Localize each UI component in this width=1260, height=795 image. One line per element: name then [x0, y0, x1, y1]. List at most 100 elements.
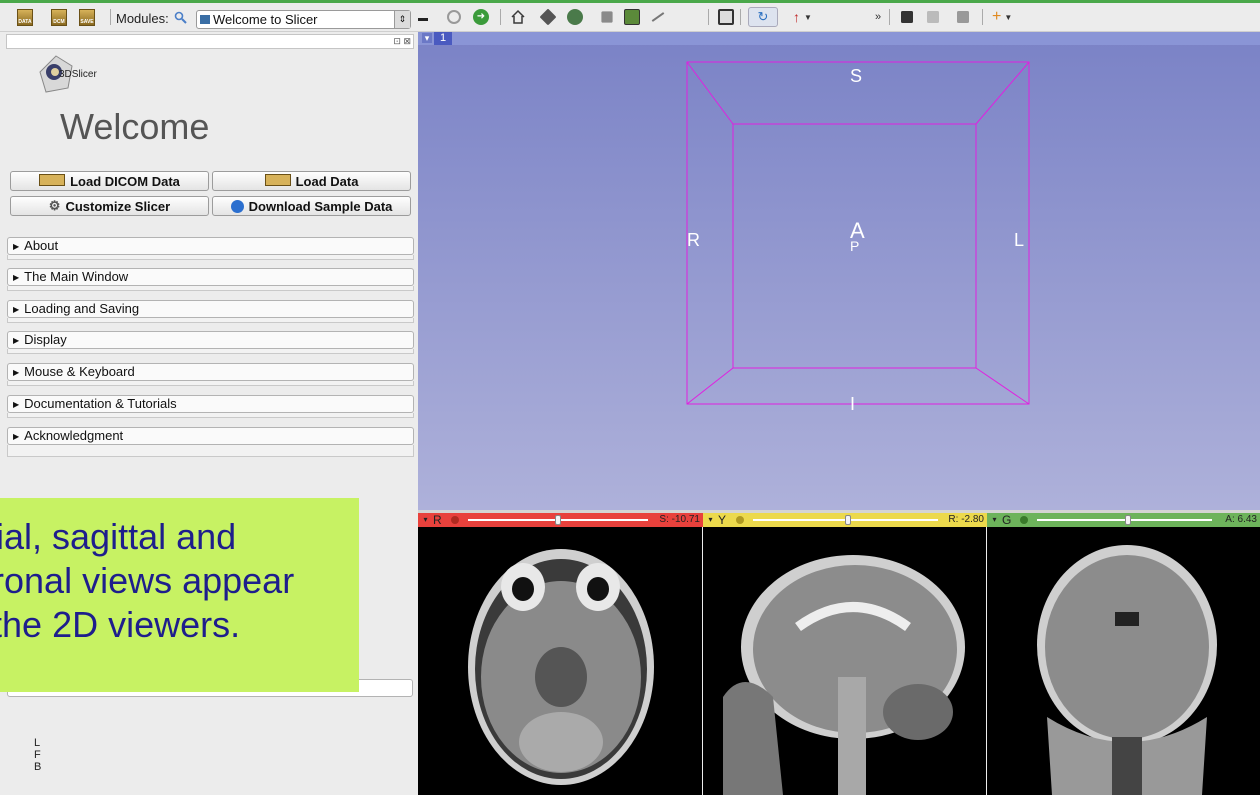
chart-icon[interactable]: [624, 7, 640, 27]
eye-icon[interactable]: [736, 516, 744, 524]
data-icon: [264, 173, 291, 189]
section-divider: [7, 255, 414, 260]
crosshair-icon[interactable]: + ▼: [992, 7, 1012, 27]
chevron-right-icon: ▶: [13, 432, 20, 441]
toolbar-separator: [889, 9, 890, 25]
slice-name: G: [1002, 513, 1012, 527]
dicom-icon: [39, 173, 66, 189]
chevron-right-icon: ▶: [13, 242, 20, 251]
green-slice-bar: ▾ G A: 6.43: [987, 513, 1260, 527]
slice-name: R: [433, 513, 442, 527]
screenshot-icon[interactable]: [899, 7, 915, 27]
module-search-icon[interactable]: [174, 8, 188, 28]
slider-handle[interactable]: [845, 515, 851, 525]
axial-brain-image: [468, 549, 654, 785]
chevron-right-icon: ▶: [13, 368, 20, 377]
tutorial-caption-text: Axial, sagittal and coronal views appear…: [0, 516, 295, 645]
section-divider: [7, 381, 414, 386]
slice-offset-value: S: -10.71: [659, 514, 700, 525]
scene-view-menu-icon[interactable]: [955, 7, 971, 27]
pin-icon[interactable]: ▾: [421, 515, 430, 524]
axial-slice-view[interactable]: [418, 527, 702, 795]
slice-name: Y: [718, 513, 727, 527]
chevron-right-icon: ▶: [13, 400, 20, 409]
sync-icon[interactable]: ↻: [748, 7, 778, 27]
section-loading-saving[interactable]: ▶ Loading and Saving: [7, 300, 414, 318]
section-acknowledgment[interactable]: ▶ Acknowledgment: [7, 427, 414, 445]
slice-offset-value: A: 6.43: [1225, 514, 1257, 525]
coronal-brain-image: [1037, 545, 1217, 795]
panel-dock-close-icons[interactable]: ⊡ ⊠: [393, 36, 411, 47]
page-title: Welcome: [60, 106, 210, 147]
section-divider: [7, 318, 414, 323]
module-icon: [200, 15, 210, 24]
modules-label: Modules:: [116, 11, 169, 26]
load-data-icon[interactable]: DATA: [17, 7, 33, 27]
back-arrow-icon[interactable]: [447, 7, 461, 27]
yellow-slice-bar: ▾ Y R: -2.80: [703, 513, 987, 527]
mouse-mode-icon[interactable]: ↑ ▼: [793, 7, 812, 27]
section-divider: [7, 349, 414, 354]
gear-icon: ⚙: [48, 198, 61, 213]
section-mouse-keyboard[interactable]: ▶ Mouse & Keyboard: [7, 363, 414, 381]
3d-view[interactable]: ▾ 1 S I R L A P: [418, 32, 1260, 510]
label-superior: S: [850, 66, 863, 86]
label-posterior: P: [850, 238, 860, 254]
section-display[interactable]: ▶ Display: [7, 331, 414, 349]
module-selector[interactable]: Welcome to Slicer ⇕: [196, 10, 411, 29]
customize-slicer-button[interactable]: ⚙ Customize Slicer: [10, 196, 209, 216]
pin-icon[interactable]: ▾: [706, 515, 715, 524]
toolbar-separator: [500, 9, 501, 25]
label-left: L: [1014, 230, 1025, 250]
globe-icon: [230, 199, 244, 214]
label-inferior: I: [850, 394, 856, 414]
model-icon[interactable]: [567, 7, 583, 27]
sagittal-brain-image: [723, 555, 965, 795]
tutorial-caption-box: Axial, sagittal and coronal views appear…: [0, 498, 359, 692]
toolbar-separator: [740, 9, 741, 25]
cube-icon[interactable]: [539, 7, 557, 27]
download-sample-data-button[interactable]: Download Sample Data: [212, 196, 411, 216]
slice-offset-value: R: -2.80: [948, 514, 984, 525]
toolbar-separator: [110, 9, 111, 25]
slider-handle[interactable]: [1125, 515, 1131, 525]
view-menu-icon[interactable]: [418, 7, 428, 27]
orientation-letters: L F B: [34, 737, 42, 773]
logo-text: 3DSlicer: [59, 69, 97, 80]
section-divider: [7, 286, 414, 291]
chevron-right-icon: ▶: [13, 305, 20, 314]
slicer-window: DATA DCM SAVE Modules: Welcome to Slicer…: [0, 0, 1260, 795]
home-icon[interactable]: [510, 7, 526, 27]
label-right: R: [687, 230, 700, 250]
chevron-right-icon: ▶: [13, 336, 20, 345]
section-documentation[interactable]: ▶ Documentation & Tutorials: [7, 395, 414, 413]
toolbar-separator: [708, 9, 709, 25]
coronal-slice-view[interactable]: [987, 527, 1260, 795]
section-divider: [7, 413, 414, 418]
toolbar-separator: [982, 9, 983, 25]
section-main-window[interactable]: ▶ The Main Window: [7, 268, 414, 286]
module-selected-label: Welcome to Slicer: [213, 12, 318, 27]
dicom-icon[interactable]: DCM: [51, 7, 67, 27]
section-divider: [7, 445, 414, 457]
eye-icon[interactable]: [1020, 516, 1028, 524]
chevron-down-icon: ⇕: [394, 11, 410, 28]
sagittal-slice-view[interactable]: [703, 527, 986, 795]
scene-view-icon[interactable]: [925, 7, 941, 27]
red-slice-bar: ▾ R S: -10.71: [418, 513, 703, 527]
layout-icon[interactable]: [718, 7, 734, 27]
load-data-button[interactable]: Load Data: [212, 171, 411, 191]
more-chevron-icon[interactable]: »: [875, 7, 881, 27]
save-icon[interactable]: SAVE: [79, 7, 95, 27]
eye-icon[interactable]: [451, 516, 459, 524]
main-toolbar: DATA DCM SAVE Modules: Welcome to Slicer…: [0, 3, 1260, 32]
slider-handle[interactable]: [555, 515, 561, 525]
bounding-box: [686, 61, 1030, 405]
load-dicom-button[interactable]: Load DICOM Data: [10, 171, 209, 191]
pin-icon[interactable]: ▾: [990, 515, 999, 524]
transform-icon[interactable]: [599, 7, 615, 27]
section-about[interactable]: ▶ About: [7, 237, 414, 255]
ruler-icon[interactable]: [651, 7, 665, 27]
forward-arrow-icon[interactable]: ➜: [473, 7, 489, 27]
module-panel-header: ⊡ ⊠: [6, 34, 414, 49]
